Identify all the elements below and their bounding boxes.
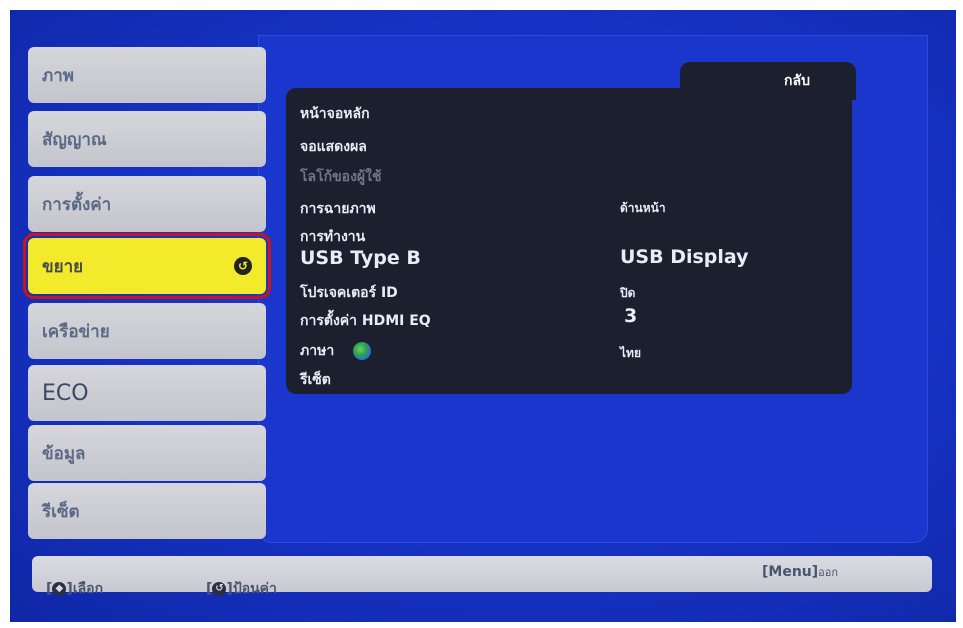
- submenu-item-label: USB Type B: [300, 247, 421, 269]
- submenu-value-hdmi-eq: 3: [624, 305, 638, 327]
- menu-item-label: การตั้งค่า: [42, 194, 112, 215]
- menu-exit-hint: [Menu]ออก: [762, 563, 838, 581]
- submenu-item-display[interactable]: จอแสดงผล: [300, 136, 367, 158]
- menu-item-label: รีเซ็ต: [42, 501, 80, 522]
- submenu-item-projector-id[interactable]: โปรเจคเตอร์ ID: [300, 282, 398, 304]
- menu-item-reset[interactable]: รีเซ็ต: [28, 483, 266, 539]
- submenu-item-home-screen[interactable]: หน้าจอหลัก: [300, 103, 370, 125]
- menu-key: [Menu]: [762, 564, 819, 580]
- menu-item-label: ภาพ: [42, 65, 74, 86]
- enter-icon: ↺: [234, 257, 252, 275]
- submenu-value-language: ไทย: [620, 346, 641, 360]
- menu-item-label: ขยาย: [42, 256, 84, 277]
- submenu-item-hdmi-eq[interactable]: การตั้งค่า HDMI EQ: [300, 310, 431, 332]
- submenu-item-label: จอแสดงผล: [300, 139, 367, 155]
- menu-item-label: ข้อมูล: [42, 443, 86, 464]
- enter-icon: ↺: [212, 582, 227, 596]
- select-hint: [◆]เลือก: [46, 581, 104, 597]
- globe-icon: [353, 342, 372, 360]
- menu-item-label: ECO: [42, 380, 89, 406]
- menu-item-picture[interactable]: ภาพ: [28, 47, 266, 103]
- submenu-item-label: โลโก้ของผู้ใช้: [300, 169, 382, 185]
- submenu-item-label: ภาษา: [300, 343, 335, 359]
- menu-item-signal[interactable]: สัญญาณ: [28, 111, 266, 167]
- menu-item-settings[interactable]: การตั้งค่า: [28, 176, 266, 232]
- menu-exit-label: ออก: [818, 566, 839, 579]
- enter-hint: [↺]ป้อนค่า: [206, 581, 277, 597]
- submenu-item-label: การฉายภาพ: [300, 201, 376, 217]
- menu-item-network[interactable]: เครือข่าย: [28, 303, 266, 359]
- menu-item-extended[interactable]: ขยาย ↺: [23, 233, 271, 299]
- submenu-item-reset[interactable]: รีเซ็ต: [300, 369, 331, 391]
- enter-hint-label: ป้อนค่า: [232, 581, 277, 597]
- menu-item-info[interactable]: ข้อมูล: [28, 425, 266, 481]
- submenu-value-projection: ด้านหน้า: [620, 201, 666, 215]
- select-hint-label: เลือก: [72, 581, 104, 597]
- submenu-item-label: การทำงาน: [300, 229, 366, 245]
- submenu-item-language[interactable]: ภาษา: [300, 340, 372, 362]
- submenu-value-projector-id: ปิด: [620, 286, 636, 300]
- submenu-item-projection[interactable]: การฉายภาพ: [300, 198, 376, 220]
- submenu-item-label: การตั้งค่า HDMI EQ: [300, 313, 431, 329]
- menu-item-label: เครือข่าย: [42, 321, 110, 342]
- submenu-value-usb-type-b: USB Display: [620, 246, 749, 268]
- submenu-item-usb-type-b[interactable]: USB Type B: [300, 247, 421, 269]
- menu-item-label: สัญญาณ: [42, 129, 107, 150]
- submenu-item-label: หน้าจอหลัก: [300, 106, 370, 122]
- submenu-item-label: โปรเจคเตอร์ ID: [300, 285, 398, 301]
- submenu-item-user-logo: โลโก้ของผู้ใช้: [300, 166, 381, 188]
- menu-item-eco[interactable]: ECO: [28, 365, 266, 421]
- submenu-item-label: รีเซ็ต: [300, 372, 331, 388]
- submenu-item-operation[interactable]: การทำงาน: [300, 226, 365, 248]
- diamond-arrows-icon: ◆: [52, 582, 67, 596]
